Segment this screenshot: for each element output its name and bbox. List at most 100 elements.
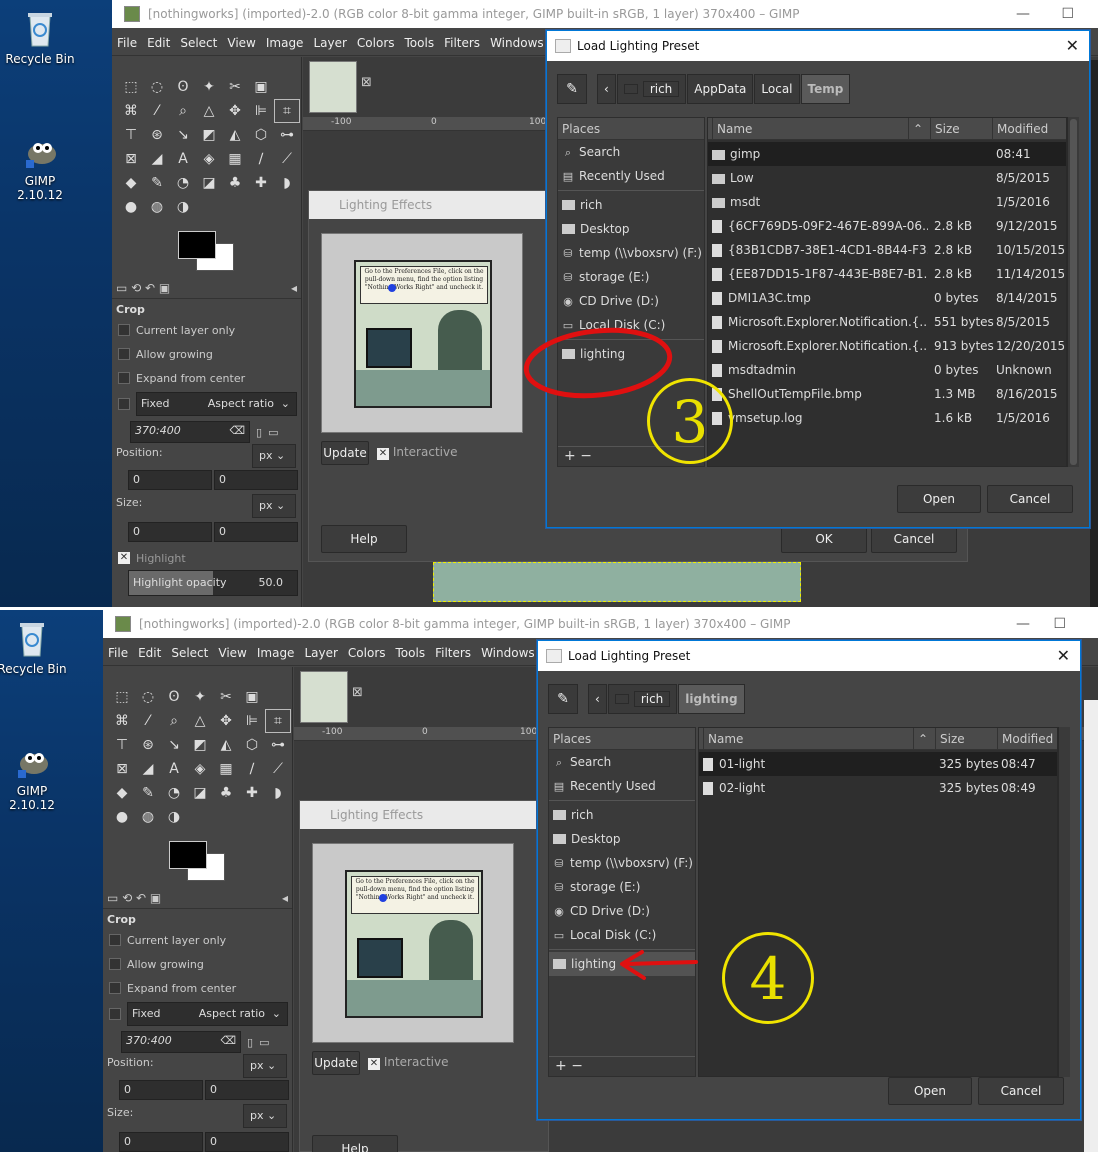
text-tool-icon[interactable]: A: [170, 147, 196, 171]
menu-tools[interactable]: Tools: [400, 30, 440, 56]
fill-icon[interactable]: ◈: [187, 757, 213, 781]
crumb-rich[interactable]: rich: [607, 684, 678, 714]
minimize-button[interactable]: —: [1016, 610, 1030, 638]
pattern-icon[interactable]: ▦: [213, 757, 239, 781]
ink-icon[interactable]: ◔: [170, 171, 196, 195]
menu-file[interactable]: File: [112, 30, 142, 56]
file-row[interactable]: {6CF769D5-09F2-467E-899A-06... 2.8 kB 9/12…: [708, 214, 1066, 238]
menu-layer[interactable]: Layer: [299, 640, 342, 666]
menu-select[interactable]: Select: [166, 640, 213, 666]
file-row[interactable]: 01-light 325 bytes 08:47: [699, 752, 1057, 776]
place-desktop[interactable]: Desktop: [549, 827, 695, 851]
text-tool-icon[interactable]: A: [161, 757, 187, 781]
pattern-icon[interactable]: ▦: [222, 147, 248, 171]
paintbrush-icon[interactable]: ⟋: [265, 757, 291, 781]
interactive-checkbox[interactable]: ✕ Interactive: [368, 1055, 448, 1070]
place-storage[interactable]: ⛁ storage (E:): [549, 875, 695, 899]
menu-image[interactable]: Image: [261, 30, 309, 56]
bucket-fill-icon[interactable]: ◢: [135, 757, 161, 781]
color-swatches[interactable]: [103, 837, 292, 885]
clone-icon[interactable]: ♣: [222, 171, 248, 195]
crumb-temp[interactable]: Temp: [800, 74, 851, 104]
cage-icon[interactable]: ◩: [196, 123, 222, 147]
dodge-burn-icon[interactable]: ◑: [161, 805, 187, 829]
column-size[interactable]: Size: [930, 118, 992, 140]
menu-colors[interactable]: Colors: [343, 640, 391, 666]
paintbrush-icon[interactable]: ⟋: [274, 147, 300, 171]
file-row[interactable]: {EE87DD15-1F87-443E-B8E7-B1... 2.8 kB 11/1…: [708, 262, 1066, 286]
airbrush-icon[interactable]: ✎: [135, 781, 161, 805]
file-row[interactable]: msdtadmin 0 bytes Unknown: [708, 358, 1066, 382]
zoom-icon[interactable]: ⌕: [170, 99, 196, 123]
ratio-input[interactable]: 370:400 ⌫: [121, 1031, 241, 1053]
ratio-input[interactable]: 370:400 ⌫: [130, 421, 250, 443]
tab-menu-icon[interactable]: ◂: [282, 891, 288, 905]
update-button[interactable]: Update: [321, 441, 369, 465]
current-layer-only-checkbox[interactable]: Current layer only: [107, 928, 288, 952]
crop-icon[interactable]: ⌗: [274, 99, 300, 123]
align-icon[interactable]: ⊫: [248, 99, 274, 123]
menu-select[interactable]: Select: [175, 30, 222, 56]
place-cd-drive[interactable]: ◉ CD Drive (D:): [549, 899, 695, 923]
measure-icon[interactable]: △: [187, 709, 213, 733]
handle-transform-icon[interactable]: ↘: [161, 733, 187, 757]
foreground-color[interactable]: [178, 231, 216, 259]
file-row[interactable]: DMI1A3C.tmp 0 bytes 8/14/2015: [708, 286, 1066, 310]
free-select-icon[interactable]: ʘ: [161, 685, 187, 709]
add-bookmark-icon[interactable]: +: [564, 448, 576, 464]
type-location-icon[interactable]: ✎: [548, 684, 578, 714]
file-row[interactable]: Microsoft.Explorer.Notification.{... 913 …: [708, 334, 1066, 358]
perspective-icon[interactable]: ⬡: [239, 733, 265, 757]
menu-filters[interactable]: Filters: [430, 640, 476, 666]
scissors-icon[interactable]: ✂: [213, 685, 239, 709]
warp-icon[interactable]: ⊛: [135, 733, 161, 757]
cancel-button[interactable]: Cancel: [987, 485, 1073, 513]
position-y-input[interactable]: 0: [205, 1080, 289, 1100]
airbrush-icon[interactable]: ✎: [144, 171, 170, 195]
handle-transform-icon[interactable]: ↘: [170, 123, 196, 147]
rect-select-icon[interactable]: ⬚: [118, 75, 144, 99]
place-lighting[interactable]: lighting: [549, 952, 695, 976]
perspective-icon[interactable]: ⬡: [248, 123, 274, 147]
allow-growing-checkbox[interactable]: Allow growing: [107, 952, 288, 976]
file-row[interactable]: vmsetup.log 1.6 kB 1/5/2016: [708, 406, 1066, 430]
unified-transform-icon[interactable]: ⊤: [109, 733, 135, 757]
zoom-icon[interactable]: ⌕: [161, 709, 187, 733]
column-modified[interactable]: Modified: [992, 118, 1068, 140]
heal-icon[interactable]: ✚: [239, 781, 265, 805]
portrait-icon[interactable]: ▯: [256, 426, 262, 439]
place-search[interactable]: ⌕ Search: [549, 750, 695, 774]
file-row[interactable]: ShellOutTempFile.bmp 1.3 MB 8/16/2015: [708, 382, 1066, 406]
light-position-marker[interactable]: [388, 284, 396, 292]
paths-icon[interactable]: ⌘: [118, 99, 144, 123]
foreground-select-icon[interactable]: ▣: [239, 685, 265, 709]
menu-file[interactable]: File: [103, 640, 133, 666]
maximize-button[interactable]: ☐: [1053, 610, 1066, 638]
ok-button[interactable]: OK: [781, 525, 867, 553]
place-lighting[interactable]: lighting: [558, 342, 704, 366]
crumb-appdata[interactable]: AppData: [687, 74, 754, 104]
menu-filters[interactable]: Filters: [439, 30, 485, 56]
clear-icon[interactable]: ⌫: [220, 1034, 236, 1047]
color-picker-icon[interactable]: ⁄: [135, 709, 161, 733]
open-button[interactable]: Open: [897, 485, 981, 513]
tool-options-tabs[interactable]: ▭ ⟲ ↶ ▣ ◂: [103, 889, 292, 909]
dodge-icon[interactable]: ◗: [274, 171, 300, 195]
size-unit-dropdown[interactable]: px ⌄: [243, 1104, 287, 1128]
position-unit-dropdown[interactable]: px ⌄: [243, 1054, 287, 1078]
pencil-icon[interactable]: ∕: [239, 757, 265, 781]
size-x-input[interactable]: 0: [119, 1132, 203, 1152]
position-unit-dropdown[interactable]: px ⌄: [252, 444, 296, 468]
add-bookmark-icon[interactable]: +: [555, 1058, 567, 1074]
menu-colors[interactable]: Colors: [352, 30, 400, 56]
dodge-burn-icon[interactable]: ◑: [170, 195, 196, 219]
gimp-shortcut[interactable]: GIMP 2.10.12: [0, 740, 72, 812]
aspect-ratio-dropdown[interactable]: Fixed Aspect ratio ⌄: [126, 1002, 288, 1026]
file-list-scrollbar[interactable]: [1067, 117, 1079, 467]
place-desktop[interactable]: Desktop: [558, 217, 704, 241]
dodge-icon[interactable]: ◗: [265, 781, 291, 805]
highlight-opacity-slider[interactable]: Highlight opacity 50.0: [128, 570, 298, 596]
size-x-input[interactable]: 0: [128, 522, 212, 542]
align-icon[interactable]: ⊫: [239, 709, 265, 733]
menu-view[interactable]: View: [213, 640, 251, 666]
